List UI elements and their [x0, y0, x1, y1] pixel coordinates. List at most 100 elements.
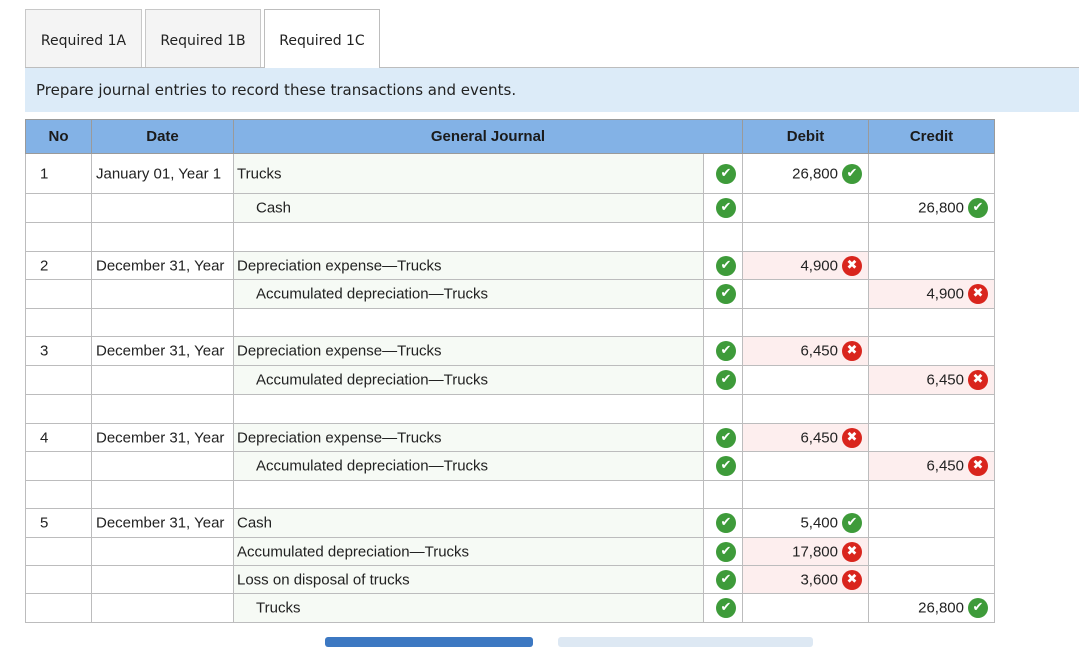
no-cell — [25, 394, 92, 424]
account-cell[interactable] — [233, 480, 704, 509]
account-cell[interactable]: Depreciation expense—Trucks — [233, 251, 704, 280]
account-cell[interactable] — [233, 394, 704, 424]
account-cell[interactable]: Accumulated depreciation—Trucks — [233, 279, 704, 309]
credit-cell[interactable] — [868, 423, 995, 452]
debit-cell[interactable]: 6,450 ✖ — [742, 336, 869, 366]
credit-cell[interactable] — [868, 480, 995, 509]
debit-cell[interactable]: 5,400 ✔ — [742, 508, 869, 538]
account-cell[interactable]: Cash — [233, 508, 704, 538]
debit-amount: 17,800 — [792, 543, 838, 560]
date-cell[interactable] — [91, 279, 234, 309]
credit-cell[interactable] — [868, 565, 995, 594]
account-cell[interactable]: Trucks — [233, 593, 704, 623]
account-name: Cash — [256, 199, 292, 217]
table-row: 3 December 31, Year Depreciation expense—T… — [25, 336, 995, 366]
check-cell: ✔ — [703, 365, 743, 395]
account-cell[interactable]: Trucks — [233, 153, 704, 194]
tab-required-1a[interactable]: Required 1A — [25, 9, 142, 67]
account-cell[interactable]: Accumulated depreciation—Trucks — [233, 537, 704, 566]
credit-cell[interactable] — [868, 394, 995, 424]
account-cell[interactable]: Accumulated depreciation—Trucks — [233, 365, 704, 395]
prev-button[interactable] — [325, 637, 533, 647]
account-name: Depreciation expense—Trucks — [237, 429, 442, 447]
debit-cell[interactable] — [742, 308, 869, 337]
date-cell[interactable] — [91, 222, 234, 252]
entry-number: 2 — [40, 257, 49, 275]
debit-cell[interactable] — [742, 279, 869, 309]
account-cell[interactable] — [233, 222, 704, 252]
tab-bar: Required 1A Required 1B Required 1C — [25, 9, 383, 68]
check-cell: ✔ — [703, 153, 743, 194]
date-cell[interactable] — [91, 480, 234, 509]
check-cell — [703, 480, 743, 509]
date-cell[interactable] — [91, 308, 234, 337]
debit-cell[interactable]: 4,900 ✖ — [742, 251, 869, 280]
credit-amount: 26,800 — [918, 599, 964, 617]
tab-required-1c[interactable]: Required 1C — [264, 9, 380, 68]
table-row: Accumulated depreciation—Trucks ✔ 6,450 ✖ — [25, 365, 995, 395]
debit-cell[interactable] — [742, 222, 869, 252]
credit-cell[interactable] — [868, 508, 995, 538]
date-cell[interactable] — [91, 565, 234, 594]
date-cell[interactable]: December 31, Year — [91, 251, 234, 280]
no-cell — [25, 593, 92, 623]
debit-cell[interactable] — [742, 451, 869, 481]
credit-cell[interactable]: 6,450 ✖ — [868, 365, 995, 395]
date-cell[interactable]: January 01, Year 1 — [91, 153, 234, 194]
account-cell[interactable]: Cash — [233, 193, 704, 223]
debit-cell[interactable]: 17,800 ✖ — [742, 537, 869, 566]
general-journal-table: No Date General Journal Debit Credit 1 Ja… — [25, 119, 995, 623]
debit-amount: 5,400 — [800, 514, 838, 532]
entry-number: 1 — [40, 165, 49, 183]
spacer-row — [25, 222, 995, 252]
credit-cell[interactable] — [868, 251, 995, 280]
credit-cell[interactable] — [868, 153, 995, 194]
table-row: 1 January 01, Year 1 Trucks ✔ 26,800 ✔ — [25, 153, 995, 194]
debit-cell[interactable] — [742, 394, 869, 424]
x-icon: ✖ — [842, 541, 862, 562]
check-cell: ✔ — [703, 565, 743, 594]
table-row: Loss on disposal of trucks ✔ 3,600 ✖ — [25, 565, 995, 594]
credit-cell[interactable]: 26,800 ✔ — [868, 193, 995, 223]
account-cell[interactable]: Depreciation expense—Trucks — [233, 423, 704, 452]
table-row: Cash ✔ 26,800 ✔ — [25, 193, 995, 223]
debit-cell[interactable]: 6,450 ✖ — [742, 423, 869, 452]
account-cell[interactable]: Depreciation expense—Trucks — [233, 336, 704, 366]
entry-number: 4 — [40, 429, 49, 447]
credit-cell[interactable] — [868, 308, 995, 337]
debit-cell[interactable]: 26,800 ✔ — [742, 153, 869, 194]
credit-cell[interactable]: 6,450 ✖ — [868, 451, 995, 481]
date-cell[interactable] — [91, 394, 234, 424]
credit-cell[interactable] — [868, 336, 995, 366]
date-cell[interactable] — [91, 193, 234, 223]
debit-cell[interactable]: 3,600 ✖ — [742, 565, 869, 594]
debit-amount: 4,900 — [800, 257, 838, 274]
credit-cell[interactable]: 4,900 ✖ — [868, 279, 995, 309]
date-cell[interactable] — [91, 593, 234, 623]
check-cell — [703, 394, 743, 424]
account-cell[interactable] — [233, 308, 704, 337]
date-cell[interactable]: December 31, Year — [91, 508, 234, 538]
check-cell — [703, 222, 743, 252]
date-cell[interactable] — [91, 451, 234, 481]
date-cell[interactable]: December 31, Year — [91, 336, 234, 366]
credit-cell[interactable]: 26,800 ✔ — [868, 593, 995, 623]
debit-cell[interactable] — [742, 480, 869, 509]
credit-cell[interactable] — [868, 537, 995, 566]
date-value: January 01, Year 1 — [96, 165, 222, 183]
entry-number: 3 — [40, 342, 49, 360]
date-cell[interactable] — [91, 365, 234, 395]
debit-cell[interactable] — [742, 365, 869, 395]
date-cell[interactable]: December 31, Year — [91, 423, 234, 452]
date-cell[interactable] — [91, 537, 234, 566]
entry-number: 5 — [40, 514, 49, 532]
debit-cell[interactable] — [742, 193, 869, 223]
account-cell[interactable]: Accumulated depreciation—Trucks — [233, 451, 704, 481]
next-button[interactable] — [558, 637, 813, 647]
debit-cell[interactable] — [742, 593, 869, 623]
account-cell[interactable]: Loss on disposal of trucks — [233, 565, 704, 594]
credit-cell[interactable] — [868, 222, 995, 252]
credit-amount: 6,450 — [926, 371, 964, 389]
x-icon: ✖ — [842, 569, 862, 590]
tab-required-1b[interactable]: Required 1B — [145, 9, 261, 67]
